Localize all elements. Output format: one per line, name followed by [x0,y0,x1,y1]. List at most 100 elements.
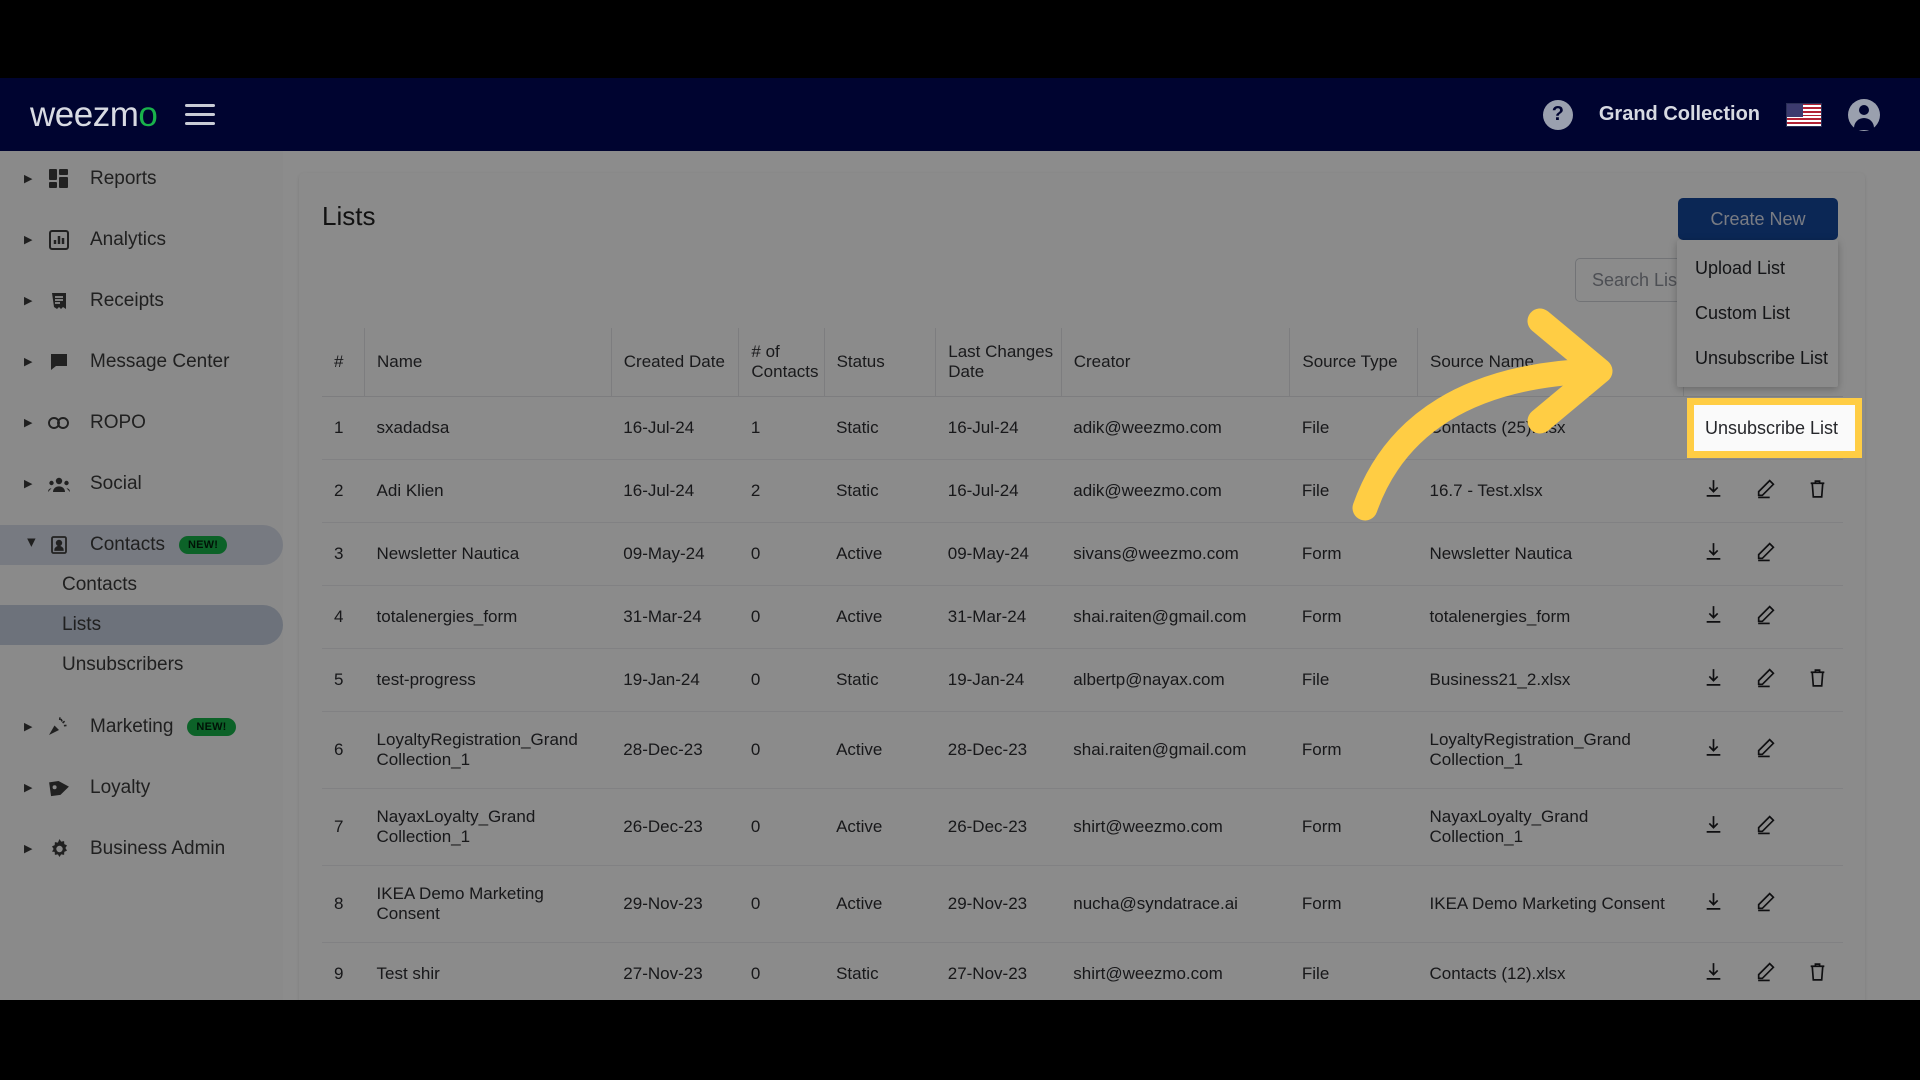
row-number: 1 [322,396,365,460]
edit-pencil-icon[interactable] [1755,891,1776,917]
sidebar-item-reports[interactable]: ▶ Reports [0,159,283,199]
row-contacts-count: 0 [738,865,825,943]
table-row[interactable]: 4 totalenergies_form 31-Mar-24 0 Active 31-Ma… [322,585,1843,649]
download-icon[interactable] [1703,604,1724,630]
delete-trash-icon[interactable] [1807,961,1828,987]
col-source-type[interactable]: Source Type [1289,328,1419,397]
page-title: Lists [322,201,376,231]
sidebar-item-label: Analytics [90,229,167,250]
col-created[interactable]: Created Date [611,328,740,397]
row-name: Test shir [364,942,612,1000]
sidebar-item-marketing[interactable]: ▶ Marketing NEW! [0,707,283,747]
table-row[interactable]: 9 Test shir 27-Nov-23 0 Static 27-Nov-23 shirt… [322,942,1843,1000]
highlight-label: Unsubscribe List [1705,417,1839,438]
row-number: 9 [322,942,365,1000]
row-source-name: Contacts (12).xlsx [1417,942,1684,1000]
row-source-name: IKEA Demo Marketing Consent [1417,865,1684,943]
edit-pencil-icon[interactable] [1755,604,1776,630]
create-new-button[interactable]: Create New [1678,198,1838,240]
sidebar-item-label: Business Admin [90,838,226,859]
sidebar-item-receipts[interactable]: ▶ Receipts [0,281,283,321]
gear-icon [46,836,72,862]
account-circle-icon[interactable] [1848,98,1880,131]
sidebar-item-ropo[interactable]: ▶ ROPO [0,403,283,443]
download-icon[interactable] [1703,961,1724,987]
edit-pencil-icon[interactable] [1755,814,1776,840]
help-circle-icon[interactable]: ? [1542,99,1573,130]
table-row[interactable]: 1 sxadadsa 16-Jul-24 1 Static 16-Jul-24 adik@w… [322,396,1843,460]
delete-trash-icon[interactable] [1807,478,1828,504]
col-name[interactable]: Name [364,328,612,397]
row-created-date: 16-Jul-24 [611,459,739,523]
download-icon[interactable] [1703,891,1724,917]
row-number: 5 [322,648,365,712]
hamburger-icon[interactable] [185,104,216,125]
sidebar-item-analytics[interactable]: ▶ Analytics [0,220,283,260]
sidebar-item-lists[interactable]: Lists [0,605,283,645]
download-icon[interactable] [1703,541,1724,567]
col-status[interactable]: Status [824,328,937,397]
row-last-change-date: 31-Mar-24 [935,585,1062,649]
highlight-unsubscribe-list[interactable]: Unsubscribe List [1687,398,1862,458]
row-creator: nucha@syndatrace.ai [1061,865,1290,943]
download-icon[interactable] [1703,667,1724,693]
sidebar-item-message-center[interactable]: ▶ Message Center [0,342,283,382]
row-number: 2 [322,459,365,523]
table-row[interactable]: 2 Adi Klien 16-Jul-24 2 Static 16-Jul-24 adik@… [322,459,1843,523]
row-source-type: File [1289,648,1418,712]
table-row[interactable]: 3 Newsletter Nautica 09-May-24 0 Active 09-Ma… [322,522,1843,586]
chevron-right-icon: ▶ [24,720,33,733]
edit-pencil-icon[interactable] [1755,667,1776,693]
row-created-date: 27-Nov-23 [611,942,739,1000]
row-name: test-progress [364,648,612,712]
chevron-right-icon: ▶ [24,781,33,794]
chevron-down-icon: ▶ [25,538,38,547]
us-flag-icon[interactable] [1786,102,1822,127]
row-source-type: File [1289,942,1418,1000]
edit-pencil-icon[interactable] [1755,737,1776,763]
weezmo-logo[interactable]: weezm o [30,94,158,135]
row-status: Static [824,396,936,460]
table-row[interactable]: 7 NayaxLoyalty_Grand Collection_1 26-Dec-2… [322,788,1843,866]
col-creator[interactable]: Creator [1061,328,1291,397]
table-row[interactable]: 6 LoyaltyRegistration_Grand Collection_1 2… [322,711,1843,789]
row-last-change-date: 16-Jul-24 [935,396,1062,460]
sidebar-item-loyalty[interactable]: ▶ Loyalty [0,768,283,808]
edit-pencil-icon[interactable] [1755,961,1776,987]
sidebar-item-contacts[interactable]: ▶ Contacts NEW! [0,525,283,565]
download-icon[interactable] [1703,814,1724,840]
delete-trash-icon[interactable] [1807,667,1828,693]
col-contacts[interactable]: # of Contacts [738,328,825,397]
row-source-type: Form [1289,585,1418,649]
col-source-name[interactable]: Source Name [1417,328,1684,397]
col-number[interactable]: # [322,328,366,397]
sidebar-item-label: Message Center [90,351,230,372]
row-actions [1683,942,1843,1000]
chevron-right-icon: ▶ [24,416,33,429]
sidebar-item-label: Contacts [90,534,165,555]
table-row[interactable]: 5 test-progress 19-Jan-24 0 Static 19-Jan-24 a… [322,648,1843,712]
row-source-type: File [1289,396,1418,460]
sidebar-subitem-label: Contacts [62,574,137,595]
chevron-right-icon: ▶ [24,172,33,185]
sidebar-item-social[interactable]: ▶ Social [0,464,283,504]
edit-pencil-icon[interactable] [1755,478,1776,504]
chevron-right-icon: ▶ [24,477,33,490]
dropdown-item-custom-list[interactable]: Custom List [1677,291,1838,336]
row-number: 7 [322,788,365,866]
dropdown-item-upload-list[interactable]: Upload List [1677,246,1838,291]
download-icon[interactable] [1703,737,1724,763]
download-icon[interactable] [1703,478,1724,504]
table-row[interactable]: 8 IKEA Demo Marketing Consent 29-Nov-23 0 Ac… [322,865,1843,943]
sidebar: ▶ Reports ▶ Analytics ▶ Receipts ▶ Messa… [0,151,283,1000]
sidebar-item-business-admin[interactable]: ▶ Business Admin [0,829,283,869]
edit-pencil-icon[interactable] [1755,541,1776,567]
logo-accent-o: o [138,94,158,134]
flag-stripe [1787,126,1821,127]
sidebar-item-unsubscribers[interactable]: Unsubscribers [0,645,283,685]
sidebar-item-contacts-sub[interactable]: Contacts [0,565,283,605]
row-contacts-count: 0 [738,788,825,866]
col-last-change[interactable]: Last Changes Date [935,328,1062,397]
dropdown-item-unsubscribe-list[interactable]: Unsubscribe List [1677,336,1838,381]
row-creator: shirt@weezmo.com [1061,788,1290,866]
